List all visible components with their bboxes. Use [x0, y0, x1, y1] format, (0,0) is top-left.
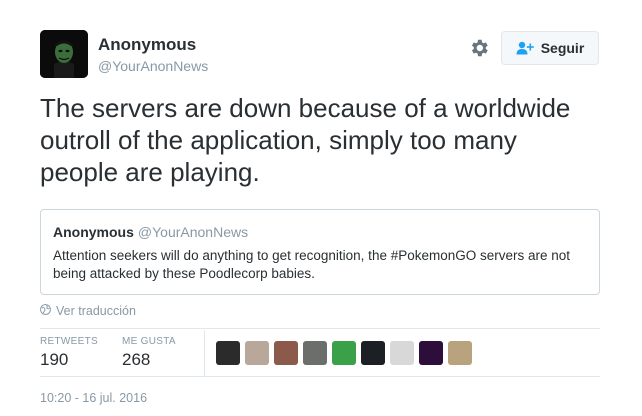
follow-button-label: Seguir — [540, 40, 585, 56]
retweets-stat[interactable]: RETWEETS 190 — [40, 336, 98, 370]
liker-avatar-1[interactable] — [216, 341, 240, 365]
stats-vertical-divider — [204, 330, 205, 376]
tweet-timestamp[interactable]: 10:20 - 16 jul. 2016 — [40, 391, 147, 405]
quoted-tweet-header: Anonymous @YourAnonNews — [53, 223, 587, 241]
author-handle[interactable]: @YourAnonNews — [98, 58, 208, 74]
likes-count: 268 — [122, 350, 151, 369]
author-name[interactable]: Anonymous — [98, 35, 196, 55]
retweets-count: 190 — [40, 350, 69, 369]
likes-stat[interactable]: ME GUSTA 268 — [122, 336, 176, 370]
tweet-card: Anonymous @YourAnonNews Seguir The serve… — [0, 0, 642, 416]
quoted-author-name: Anonymous — [53, 224, 134, 240]
quoted-tweet-text: Attention seekers will do anything to ge… — [53, 248, 571, 281]
retweets-label: RETWEETS — [40, 336, 98, 347]
follow-button[interactable]: Seguir — [501, 31, 599, 65]
stats-top-divider — [40, 328, 600, 329]
liker-avatar-2[interactable] — [245, 341, 269, 365]
liker-avatar-6[interactable] — [361, 341, 385, 365]
liker-avatar-4[interactable] — [303, 341, 327, 365]
author-avatar[interactable] — [40, 30, 88, 78]
liker-avatar-9[interactable] — [448, 341, 472, 365]
anonymous-mask-icon — [40, 30, 88, 78]
likes-label: ME GUSTA — [122, 336, 176, 347]
liker-avatar-3[interactable] — [274, 341, 298, 365]
person-add-icon — [516, 41, 534, 55]
liker-avatar-5[interactable] — [332, 341, 356, 365]
quoted-tweet[interactable]: Anonymous @YourAnonNews Attention seekers… — [40, 209, 600, 295]
globe-icon — [40, 304, 51, 318]
translate-link[interactable]: Ver traducción — [40, 304, 136, 318]
liker-avatars — [216, 341, 472, 365]
liker-avatar-7[interactable] — [390, 341, 414, 365]
translate-label: Ver traducción — [56, 304, 136, 318]
tweet-text: The servers are down because of a worldw… — [40, 93, 571, 187]
liker-avatar-8[interactable] — [419, 341, 443, 365]
gear-icon[interactable] — [468, 37, 490, 59]
quoted-author-handle: @YourAnonNews — [137, 224, 249, 240]
stats-bottom-divider — [40, 376, 600, 377]
